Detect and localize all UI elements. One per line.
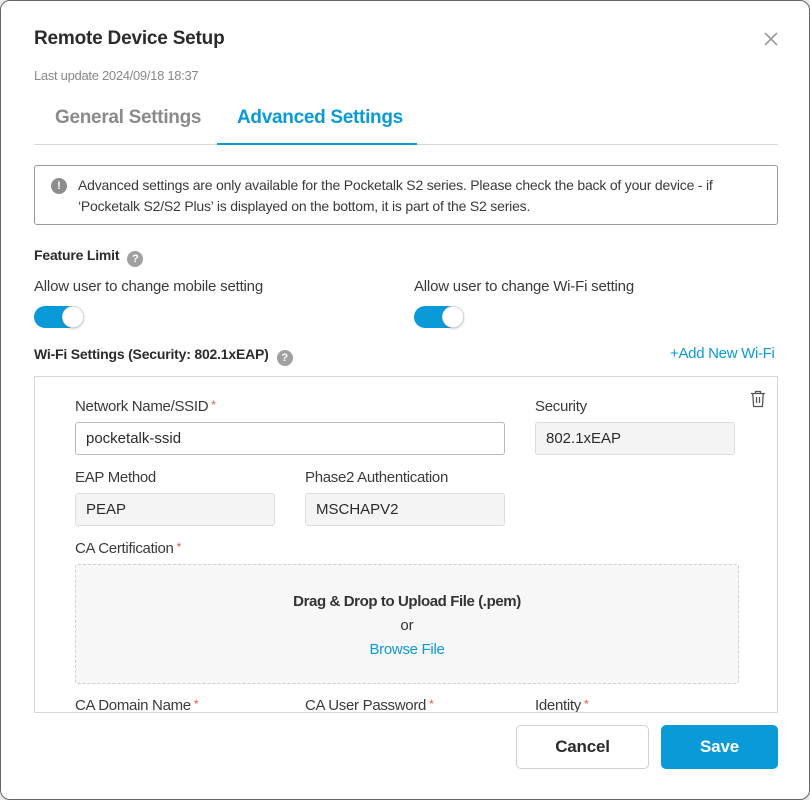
save-button[interactable]: Save [661, 725, 778, 769]
notice-text: Advanced settings are only available for… [78, 177, 713, 214]
question-circle-icon[interactable]: ? [276, 350, 293, 366]
ssid-label: Network Name/SSID * [75, 398, 216, 415]
wifi-settings-heading: Wi-Fi Settings (Security: 802.1xEAP)? [34, 346, 293, 366]
settings-tabs: General Settings Advanced Settings [34, 101, 778, 145]
required-mark: * [193, 697, 199, 711]
browse-file-link[interactable]: Browse File [76, 641, 738, 658]
scroll-area-divider [34, 712, 778, 713]
eap-method-label: EAP Method [75, 469, 156, 486]
question-circle-icon[interactable]: ? [127, 251, 144, 267]
tab-general-settings[interactable]: General Settings [55, 107, 202, 145]
ca-user-password-label: CA User Password * [305, 697, 434, 713]
wifi-setting-label: Allow user to change Wi-Fi setting [414, 278, 634, 295]
identity-label: Identity * [535, 697, 589, 713]
trash-icon[interactable] [750, 390, 766, 408]
required-mark: * [176, 540, 182, 554]
tab-advanced-settings[interactable]: Advanced Settings [217, 107, 417, 145]
eap-method-field: PEAP [75, 493, 275, 526]
security-field: 802.1xEAP [535, 422, 735, 455]
required-mark: * [211, 398, 216, 412]
ssid-label-text: Network Name/SSID [75, 398, 209, 415]
dropzone-title: Drag & Drop to Upload File (.pem) [293, 593, 521, 610]
ca-domain-name-label-text: CA Domain Name [75, 697, 191, 713]
feature-limit-heading: Feature Limit? [34, 247, 144, 267]
phase2-auth-label: Phase2 Authentication [305, 469, 448, 486]
exclamation-circle-icon: ! [51, 178, 67, 194]
add-new-wifi-button[interactable]: +Add New Wi-Fi [670, 345, 775, 362]
close-icon[interactable] [762, 30, 780, 48]
ssid-input[interactable]: pocketalk-ssid [75, 422, 505, 455]
ca-user-password-label-text: CA User Password [305, 697, 427, 713]
phase2-auth-field: MSCHAPV2 [305, 493, 505, 526]
add-new-wifi-label: Add New Wi-Fi [678, 345, 775, 362]
security-label: Security [535, 398, 587, 415]
mobile-setting-label: Allow user to change mobile setting [34, 278, 263, 295]
s2-notice-box: ! Advanced settings are only available f… [34, 165, 778, 225]
wifi-entry-card: Network Name/SSID * pocketalk-ssid Securi… [34, 376, 778, 713]
file-dropzone[interactable]: Drag & Drop to Upload File (.pem) or Bro… [75, 564, 739, 684]
required-mark: * [429, 697, 434, 711]
identity-label-text: Identity [535, 697, 581, 713]
required-mark: * [583, 697, 589, 711]
ca-domain-name-label: CA Domain Name * [75, 697, 199, 713]
feature-limit-label: Feature Limit [34, 247, 120, 263]
ca-certification-label: CA Certification * [75, 540, 181, 557]
dialog-title: Remote Device Setup [34, 28, 225, 49]
remote-device-setup-dialog: Remote Device Setup Last update 2024/09/… [0, 0, 810, 800]
ca-certification-label-text: CA Certification [75, 540, 174, 557]
cancel-button[interactable]: Cancel [516, 725, 649, 769]
toggle-knob [62, 306, 84, 328]
last-update-text: Last update 2024/09/18 18:37 [34, 68, 199, 83]
wifi-settings-label: Wi-Fi Settings (Security: 802.1xEAP) [34, 346, 269, 362]
wifi-setting-toggle[interactable] [414, 306, 464, 328]
toggle-knob [442, 306, 464, 328]
mobile-setting-toggle[interactable] [34, 306, 84, 328]
dropzone-or: or [400, 617, 414, 634]
